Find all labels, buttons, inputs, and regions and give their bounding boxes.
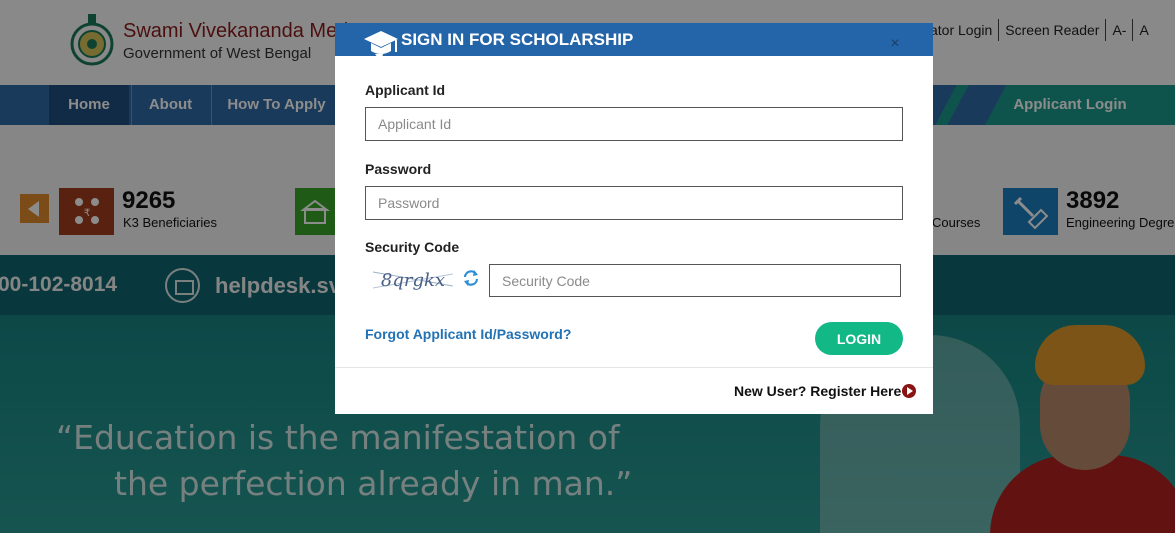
login-button[interactable]: LOGIN bbox=[815, 322, 903, 355]
applicant-id-label: Applicant Id bbox=[365, 82, 446, 98]
modal-title: SIGN IN FOR SCHOLARSHIP bbox=[401, 30, 634, 49]
sign-in-modal: SIGN IN FOR SCHOLARSHIP × Applicant Id P… bbox=[335, 23, 933, 414]
applicant-id-input[interactable] bbox=[365, 107, 903, 141]
modal-header: SIGN IN FOR SCHOLARSHIP × bbox=[335, 23, 933, 62]
graduation-cap-icon bbox=[364, 31, 398, 62]
password-input[interactable] bbox=[365, 186, 903, 220]
forgot-password-link[interactable]: Forgot Applicant Id/Password? bbox=[365, 326, 571, 342]
refresh-captcha-icon[interactable] bbox=[462, 269, 480, 287]
register-link[interactable]: New User? Register Here bbox=[734, 383, 917, 399]
captcha-text: 8qrgkx bbox=[381, 270, 445, 291]
arrow-right-circle-icon bbox=[902, 384, 917, 398]
security-code-label: Security Code bbox=[365, 239, 460, 255]
password-label: Password bbox=[365, 161, 432, 177]
close-icon[interactable]: × bbox=[887, 35, 903, 53]
security-code-input[interactable] bbox=[489, 264, 901, 297]
modal-divider bbox=[335, 367, 933, 368]
captcha-image: 8qrgkx bbox=[373, 270, 453, 291]
register-text[interactable]: New User? Register Here bbox=[734, 383, 901, 399]
